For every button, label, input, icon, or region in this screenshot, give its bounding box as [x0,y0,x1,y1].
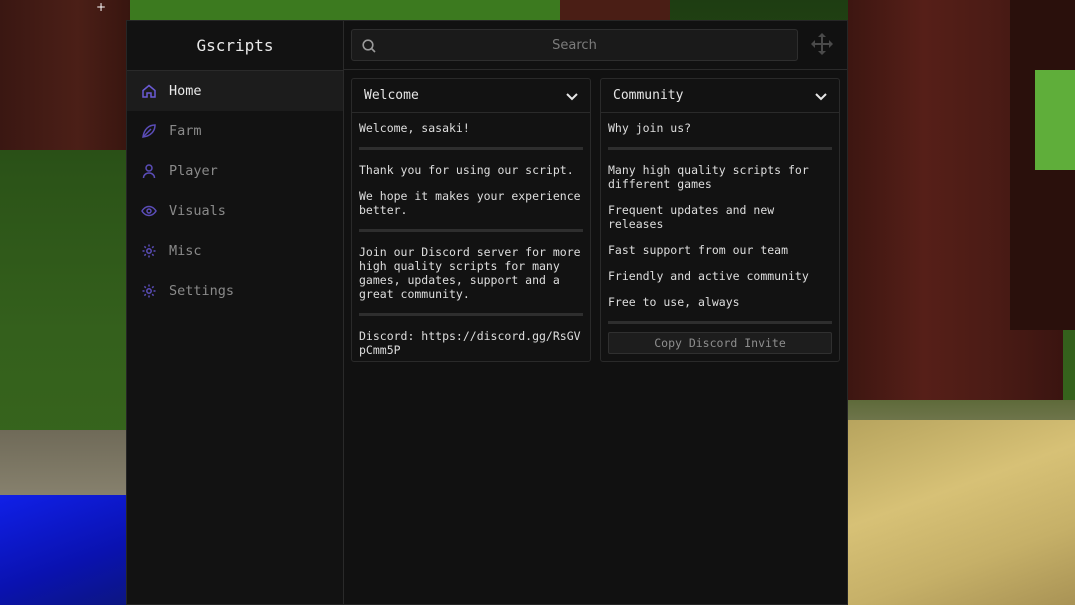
list-item: Friendly and active community [608,269,809,283]
community-panel-header[interactable]: Community [601,79,839,113]
sidebar-item-label: Home [169,83,202,99]
gear-icon [141,243,157,259]
gear-icon [141,283,157,299]
crosshair-icon: + [96,0,107,14]
script-window: Gscripts Home Farm Player Visuals Misc S… [126,20,848,605]
sidebar-item-home[interactable]: Home [127,71,343,111]
welcome-panel-header[interactable]: Welcome [352,79,590,113]
greeting-text: Welcome, sasaki! [359,121,470,135]
sidebar-item-label: Farm [169,123,202,139]
list-item: Many high quality scripts for different … [608,163,809,191]
sidebar-item-misc[interactable]: Misc [127,231,343,271]
sidebar-item-label: Misc [169,243,202,259]
main-content: Welcome Welcome, sasaki! Thank you for u… [344,70,847,604]
divider [359,147,583,150]
move-icon[interactable] [809,32,835,58]
divider [608,147,832,150]
eye-icon [141,203,157,219]
search-box[interactable] [351,29,798,61]
divider [359,313,583,316]
list-item: Fast support from our team [608,243,789,257]
app-title: Gscripts [127,21,343,71]
welcome-panel-body: Welcome, sasaki! Thank you for using our… [352,113,590,375]
sidebar-nav: Home Farm Player Visuals Misc Settings [127,71,343,311]
chevron-down-icon [566,92,578,100]
divider [359,229,583,232]
divider [608,321,832,324]
leaf-icon [141,123,157,139]
sidebar-item-label: Visuals [169,203,226,219]
why-join-text: Why join us? [608,121,692,135]
list-item: Frequent updates and new releases [608,203,775,231]
welcome-panel: Welcome Welcome, sasaki! Thank you for u… [351,78,591,362]
chevron-down-icon [815,92,827,100]
sidebar-item-label: Settings [169,283,235,299]
list-item: Free to use, always [608,295,740,309]
panel-title: Welcome [364,88,419,103]
community-panel: Community Why join us? Many high quality… [600,78,840,362]
sidebar-item-farm[interactable]: Farm [127,111,343,151]
topbar [344,21,847,70]
sidebar-item-player[interactable]: Player [127,151,343,191]
discord-link-text: Discord: https://discord.gg/RsGVpCmm5P [359,329,581,357]
home-icon [141,83,157,99]
community-panel-body: Why join us? Many high quality scripts f… [601,113,839,360]
hope-text: We hope it makes your experience better. [359,189,581,217]
join-text: Join our Discord server for more high qu… [359,245,581,301]
sidebar-item-visuals[interactable]: Visuals [127,191,343,231]
sidebar: Gscripts Home Farm Player Visuals Misc S… [127,21,344,604]
search-icon [361,38,377,54]
sidebar-item-settings[interactable]: Settings [127,271,343,311]
thanks-text: Thank you for using our script. [359,163,574,177]
panel-title: Community [613,88,684,103]
sidebar-item-label: Player [169,163,218,179]
user-icon [141,163,157,179]
copy-discord-invite-button[interactable]: Copy Discord Invite [608,332,832,354]
search-input[interactable] [352,29,797,61]
